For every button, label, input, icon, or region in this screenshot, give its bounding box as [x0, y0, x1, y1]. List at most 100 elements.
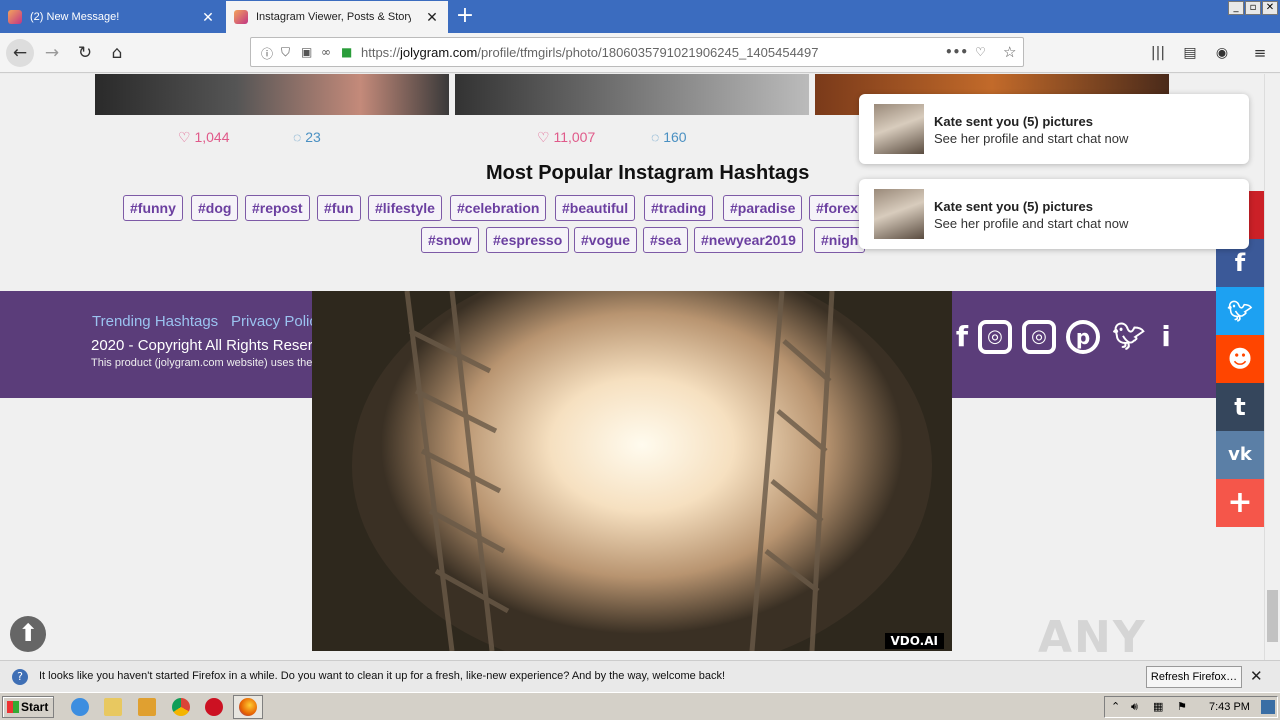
info-icon[interactable]: i	[1148, 319, 1184, 355]
tab-title: (2) New Message!	[30, 11, 120, 23]
chrome-icon[interactable]	[172, 698, 190, 716]
account-icon[interactable]: ◉	[1208, 39, 1236, 67]
permissions-icon[interactable]: ▣	[301, 45, 312, 59]
bookmark-star-icon[interactable]: ☆	[1003, 43, 1016, 61]
restore-button[interactable]: ▫	[1245, 1, 1261, 15]
internet-explorer-icon[interactable]	[71, 698, 89, 716]
scroll-to-top-button[interactable]: ⬆	[10, 616, 46, 652]
media-player-icon[interactable]	[138, 698, 156, 716]
refresh-firefox-button[interactable]: Refresh Firefox…	[1146, 666, 1242, 688]
share-more-button[interactable]: +	[1216, 479, 1264, 527]
footer-link-trending[interactable]: Trending Hashtags	[92, 313, 218, 330]
tab-strip: (2) New Message! ✕ Instagram Viewer, Pos…	[0, 0, 1280, 33]
reload-button[interactable]: ↻	[71, 39, 99, 67]
hashtag-link[interactable]: #vogue	[574, 227, 638, 253]
network-icon[interactable]: ▦	[1153, 700, 1163, 713]
hashtag-link[interactable]: #fun	[317, 195, 361, 221]
firefox-taskbar-button[interactable]	[233, 695, 263, 719]
likes-count: ♡ 11,007	[537, 129, 596, 145]
firefox-icon	[239, 698, 257, 716]
chat-notification[interactable]: Kate sent you (5) pictures See her profi…	[859, 179, 1249, 249]
hashtag-link[interactable]: #trading	[644, 195, 714, 221]
video-ad-player[interactable]: VDO.AI	[312, 291, 952, 651]
hashtag-link[interactable]: #sea	[643, 227, 689, 253]
hashtag-link[interactable]: #lifestyle	[368, 195, 442, 221]
hashtag-link[interactable]: #funny	[123, 195, 183, 221]
system-tray: ⌃ 🔊︎ ▦ ⚑ 7:43 PM	[1104, 696, 1278, 718]
hashtag-link[interactable]: #celebration	[450, 195, 547, 221]
library-icon[interactable]: |||	[1144, 39, 1172, 67]
hashtag-link[interactable]: #forex	[809, 195, 866, 221]
new-tab-button[interactable]: +	[450, 3, 480, 31]
sidebar-icon[interactable]: ▤	[1176, 39, 1204, 67]
post-thumbnail[interactable]	[455, 74, 809, 115]
tab-instagram-viewer[interactable]: Instagram Viewer, Posts & Story Vi ✕	[226, 1, 448, 33]
opera-icon[interactable]	[205, 698, 223, 716]
link-icon[interactable]: ∞	[321, 45, 331, 59]
tray-expand-icon[interactable]: ⌃	[1111, 700, 1120, 713]
windows-taskbar: Start ⌃ 🔊︎ ▦ ⚑ 7:43 PM	[0, 692, 1280, 720]
lock-icon[interactable]: ■	[341, 45, 352, 59]
folder-icon[interactable]	[104, 698, 122, 716]
share-tumblr-button[interactable]: t	[1216, 383, 1264, 431]
avatar	[874, 104, 924, 154]
comments-count: ◌ 23	[293, 129, 321, 145]
notification-message: It looks like you haven't started Firefo…	[39, 670, 726, 682]
copyright-text: 2020 - Copyright All Rights Reserv	[91, 337, 321, 354]
post-thumbnail[interactable]	[95, 74, 449, 115]
hashtag-link[interactable]: #espresso	[486, 227, 570, 253]
info-icon[interactable]: ⓘ	[261, 45, 273, 62]
hashtags-heading: Most Popular Instagram Hashtags	[486, 162, 810, 184]
comments-count: ◌ 160	[651, 129, 687, 145]
avatar	[874, 189, 924, 239]
home-button[interactable]: ⌂	[103, 39, 131, 67]
hashtag-link[interactable]: #dog	[191, 195, 239, 221]
close-notification-icon[interactable]: ✕	[1250, 667, 1263, 685]
action-center-icon[interactable]: ⚑	[1177, 700, 1187, 713]
back-button[interactable]: ←	[6, 39, 34, 67]
address-bar[interactable]: ⓘ ⛉ ▣ ∞ ■ https://jolygram.com/profile/t…	[250, 37, 1024, 67]
close-tab-icon[interactable]: ✕	[200, 9, 216, 26]
menu-icon[interactable]: ≡	[1246, 39, 1274, 67]
heart-icon: ♡	[178, 129, 191, 145]
chat-notification[interactable]: Kate sent you (5) pictures See her profi…	[859, 94, 1249, 164]
pinterest-icon[interactable]: p	[1066, 320, 1100, 354]
notification-title: Kate sent you (5) pictures	[934, 114, 1093, 129]
volume-icon[interactable]: 🔊︎	[1131, 700, 1138, 714]
hashtag-link[interactable]: #nigh	[814, 227, 866, 253]
shield-icon[interactable]: ⛉	[281, 45, 290, 60]
vdo-ai-badge[interactable]: VDO.AI	[884, 633, 944, 649]
instagram-alt-icon[interactable]: ◎	[1022, 320, 1056, 354]
show-desktop-icon[interactable]	[1261, 700, 1275, 714]
firefox-notification-bar: ? It looks like you haven't started Fire…	[0, 660, 1280, 692]
hashtag-link[interactable]: #snow	[421, 227, 479, 253]
minimize-button[interactable]: _	[1228, 1, 1244, 15]
close-tab-icon[interactable]: ✕	[424, 9, 440, 26]
twitter-icon[interactable]: 🐦︎	[1111, 319, 1147, 355]
hashtag-link[interactable]: #newyear2019	[694, 227, 803, 253]
hashtag-link[interactable]: #paradise	[723, 195, 803, 221]
footer-link-privacy[interactable]: Privacy Polic	[231, 313, 317, 330]
hashtag-link[interactable]: #repost	[245, 195, 310, 221]
vertical-scrollbar[interactable]	[1264, 74, 1280, 660]
tab-title: Instagram Viewer, Posts & Story Vi	[256, 11, 411, 23]
page-actions-icon[interactable]: •••	[945, 45, 968, 59]
share-twitter-button[interactable]: 🐦︎	[1216, 287, 1264, 335]
pocket-icon[interactable]: ♡	[975, 45, 986, 59]
hashtag-link[interactable]: #beautiful	[555, 195, 636, 221]
start-button[interactable]: Start	[2, 696, 54, 718]
close-window-button[interactable]: ✕	[1262, 1, 1278, 15]
share-reddit-button[interactable]: ☻	[1216, 335, 1264, 383]
notification-title: Kate sent you (5) pictures	[934, 199, 1093, 214]
comment-icon: ◌	[651, 129, 660, 145]
tab-new-message[interactable]: (2) New Message! ✕	[0, 1, 224, 33]
share-vk-button[interactable]: vk	[1216, 431, 1264, 479]
instagram-favicon-icon	[234, 10, 248, 24]
product-disclaimer: This product (jolygram.com website) uses…	[91, 357, 313, 369]
url-text[interactable]: https://jolygram.com/profile/tfmgirls/ph…	[361, 45, 819, 60]
instagram-favicon-icon	[8, 10, 22, 24]
scrollbar-thumb[interactable]	[1267, 590, 1278, 642]
forward-button[interactable]: →	[38, 39, 66, 67]
instagram-icon[interactable]: ◎	[978, 320, 1012, 354]
likes-count: ♡ 1,044	[178, 129, 230, 145]
